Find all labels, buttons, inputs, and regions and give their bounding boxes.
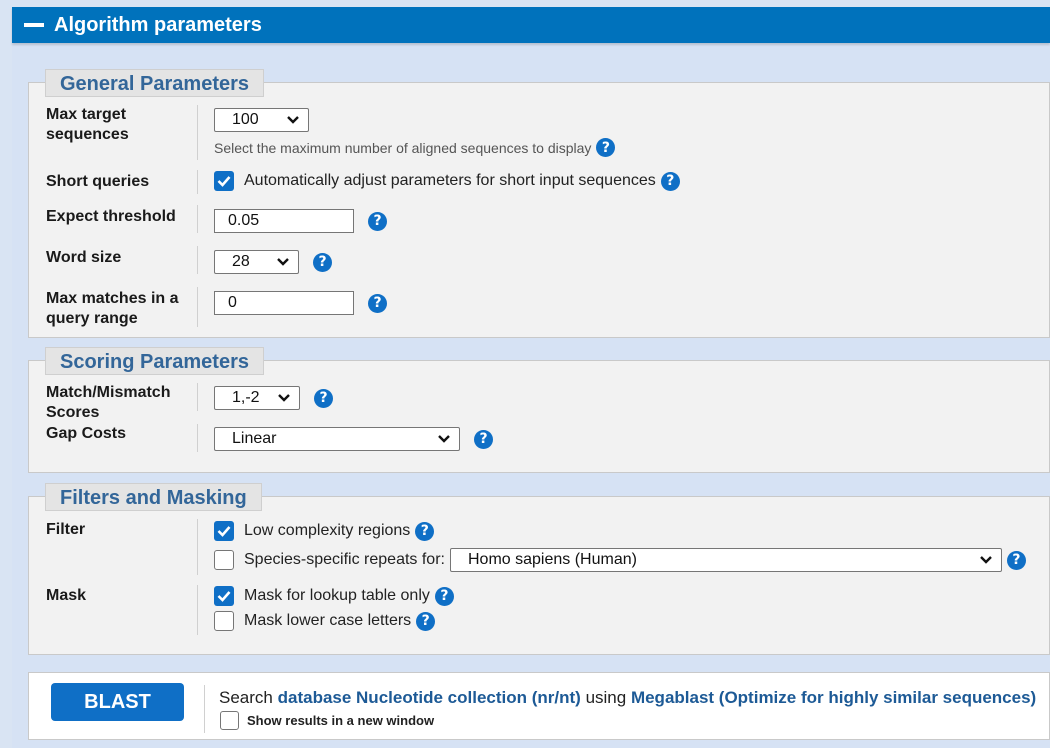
species-value: Homo sapiens (Human) <box>467 551 637 568</box>
help-icon[interactable]: ? <box>368 211 387 231</box>
divider <box>197 205 198 233</box>
divider <box>197 585 198 635</box>
word-size-select[interactable]: 28 <box>214 250 299 274</box>
divider <box>197 246 198 274</box>
divider <box>204 685 205 733</box>
expect-threshold-label: Expect threshold <box>46 208 176 225</box>
match-mismatch-label: Match/Mismatch Scores <box>46 383 170 423</box>
max-matches-label: Max matches in a query range <box>46 289 179 329</box>
search-summary: Search database Nucleotide collection (n… <box>219 688 1036 708</box>
word-size-label: Word size <box>46 249 122 266</box>
max-target-label-line1: Max target <box>46 106 127 123</box>
help-icon[interactable]: ? <box>415 521 435 541</box>
general-parameters-fieldset: General Parameters Max target sequences … <box>28 69 1050 338</box>
word-size-value: 28 <box>232 253 250 270</box>
divider <box>197 170 198 194</box>
match-mismatch-select[interactable]: 1,-2 <box>214 386 300 410</box>
max-target-hint: Select the maximum number of aligned seq… <box>214 139 592 156</box>
divider <box>197 519 198 575</box>
mask-lookup-checkbox[interactable] <box>214 586 234 606</box>
mask-label: Mask <box>46 587 87 604</box>
match-mismatch-value: 1,-2 <box>232 389 260 406</box>
expect-threshold-input[interactable]: 0.05 <box>214 209 354 233</box>
chevron-down-icon <box>278 394 290 402</box>
algorithm-parameters-header[interactable]: Algorithm parameters <box>12 7 1050 43</box>
program-link[interactable]: Megablast (Optimize for highly similar s… <box>631 688 1036 707</box>
collapse-minus-icon[interactable] <box>24 23 44 27</box>
max-matches-label-line1: Max matches in a <box>46 290 179 307</box>
mask-lower-case-label: Mask lower case letters <box>244 612 412 629</box>
filters-masking-legend: Filters and Masking <box>45 483 262 511</box>
match-mismatch-label-line1: Match/Mismatch <box>46 384 171 401</box>
max-matches-input[interactable]: 0 <box>214 291 354 315</box>
max-target-label-line2: sequences <box>46 126 129 143</box>
max-matches-label-line2: query range <box>46 310 138 327</box>
low-complexity-label: Low complexity regions <box>244 522 411 539</box>
database-link[interactable]: database Nucleotide collection (nr/nt) <box>278 688 581 707</box>
divider <box>197 383 198 411</box>
species-select[interactable]: Homo sapiens (Human) <box>449 548 1002 572</box>
help-icon[interactable]: ? <box>596 138 616 157</box>
blast-submit-area: BLAST Search database Nucleotide collect… <box>28 672 1050 740</box>
divider <box>197 105 198 160</box>
filters-masking-fieldset: Filters and Masking Filter Low complexit… <box>28 483 1050 655</box>
mask-lower-case-checkbox[interactable] <box>214 611 234 631</box>
species-repeats-checkbox[interactable] <box>214 550 234 570</box>
divider <box>197 424 198 452</box>
low-complexity-checkbox[interactable] <box>214 521 234 541</box>
gap-costs-value: Linear <box>232 430 277 447</box>
gap-costs-label: Gap Costs <box>46 425 127 442</box>
short-queries-checkbox-label: Automatically adjust parameters for shor… <box>244 172 656 189</box>
match-mismatch-label-line2: Scores <box>46 404 100 421</box>
using-word: using <box>585 688 627 707</box>
search-prefix: Search <box>219 688 273 707</box>
chevron-down-icon <box>287 116 299 124</box>
short-queries-label: Short queries <box>46 173 150 190</box>
chevron-down-icon <box>438 435 450 443</box>
filter-label: Filter <box>46 521 86 538</box>
max-target-label: Max target sequences <box>46 105 129 145</box>
help-icon[interactable]: ? <box>314 388 333 408</box>
help-icon[interactable]: ? <box>416 611 436 631</box>
chevron-down-icon <box>980 556 992 564</box>
help-icon[interactable]: ? <box>1006 550 1026 570</box>
divider <box>197 287 198 327</box>
max-target-select[interactable]: 100 <box>214 108 309 132</box>
blast-button[interactable]: BLAST <box>51 683 184 721</box>
general-parameters-legend: General Parameters <box>45 69 265 97</box>
checkmark-icon <box>217 176 231 187</box>
short-queries-checkbox[interactable] <box>214 171 234 191</box>
new-window-checkbox[interactable] <box>220 711 239 730</box>
species-repeats-label: Species-specific repeats for: <box>244 551 445 568</box>
help-icon[interactable]: ? <box>313 252 332 272</box>
max-target-value: 100 <box>232 111 259 128</box>
chevron-down-icon <box>277 258 289 266</box>
help-icon[interactable]: ? <box>368 293 387 313</box>
gap-costs-select[interactable]: Linear <box>214 427 460 451</box>
scoring-parameters-legend: Scoring Parameters <box>45 347 264 375</box>
help-icon[interactable]: ? <box>434 586 454 606</box>
checkmark-icon <box>217 591 231 602</box>
checkmark-icon <box>217 526 231 537</box>
help-icon[interactable]: ? <box>660 171 680 191</box>
new-window-label: Show results in a new window <box>247 713 435 728</box>
section-title: Algorithm parameters <box>54 13 262 36</box>
mask-lookup-label: Mask for lookup table only <box>244 587 430 604</box>
scoring-parameters-fieldset: Scoring Parameters Match/Mismatch Scores… <box>28 347 1050 473</box>
help-icon[interactable]: ? <box>474 429 493 449</box>
